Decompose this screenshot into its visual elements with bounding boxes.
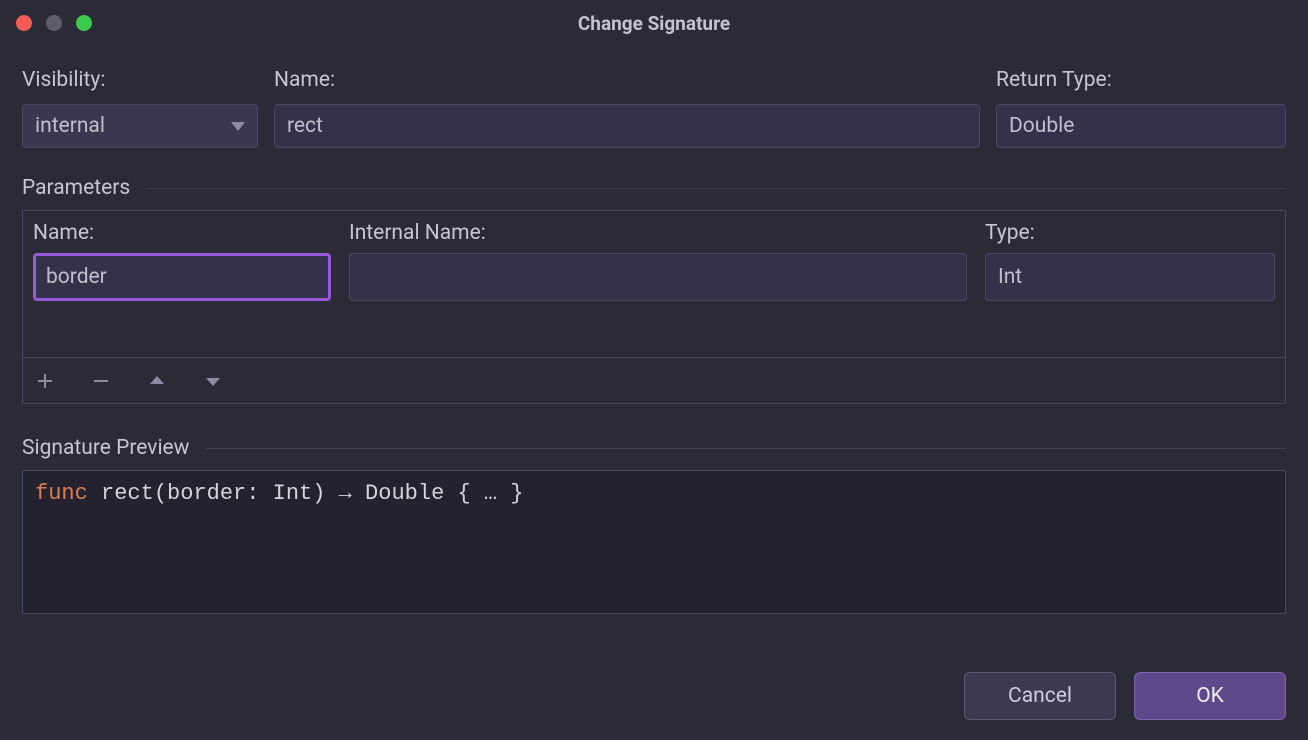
move-parameter-up-button[interactable] <box>143 367 171 395</box>
parameter-row: Name: Internal Name: Type: <box>33 221 1275 301</box>
return-type-input[interactable] <box>1009 105 1273 147</box>
ok-button[interactable]: OK <box>1134 672 1286 720</box>
visibility-field-group: Visibility: internal <box>22 68 258 148</box>
section-rule <box>146 188 1286 189</box>
visibility-select[interactable]: internal <box>22 104 258 148</box>
parameters-heading: Parameters <box>22 176 130 200</box>
param-internal-input[interactable] <box>362 254 954 300</box>
preview-keyword: func <box>35 481 88 506</box>
return-type-input-wrapper <box>996 104 1286 148</box>
visibility-value: internal <box>35 114 105 138</box>
parameters-spacer <box>33 301 1275 357</box>
param-type-label: Type: <box>985 221 1275 245</box>
visibility-label: Visibility: <box>22 68 258 92</box>
name-label: Name: <box>274 68 980 92</box>
add-icon <box>36 372 54 390</box>
chevron-down-icon <box>231 122 245 131</box>
dialog-content: Visibility: internal Name: Return Type: <box>0 46 1308 740</box>
parameters-panel: Name: Internal Name: Type: <box>22 210 1286 404</box>
signature-fields-row: Visibility: internal Name: Return Type: <box>22 68 1286 148</box>
move-parameter-down-button[interactable] <box>199 367 227 395</box>
close-window-icon[interactable] <box>16 15 32 31</box>
param-type-col: Type: <box>985 221 1275 301</box>
param-type-input-wrapper <box>985 253 1275 301</box>
remove-parameter-button[interactable] <box>87 367 115 395</box>
name-input-wrapper <box>274 104 980 148</box>
name-field-group: Name: <box>274 68 980 148</box>
param-internal-col: Internal Name: <box>349 221 967 301</box>
param-name-input-wrapper <box>33 253 331 301</box>
return-type-label: Return Type: <box>996 68 1286 92</box>
cancel-button[interactable]: Cancel <box>964 672 1116 720</box>
preview-rest: rect(border: Int) → Double { … } <box>88 481 524 506</box>
preview-section-head: Signature Preview <box>22 436 1286 460</box>
preview-heading: Signature Preview <box>22 436 189 460</box>
param-type-input[interactable] <box>998 254 1262 300</box>
section-rule <box>205 448 1286 449</box>
down-icon <box>204 372 222 390</box>
dialog-title: Change Signature <box>0 12 1308 35</box>
return-type-field-group: Return Type: <box>996 68 1286 148</box>
add-parameter-button[interactable] <box>31 367 59 395</box>
remove-icon <box>92 372 110 390</box>
window-controls <box>16 15 92 31</box>
up-icon <box>148 372 166 390</box>
change-signature-dialog: Change Signature Visibility: internal Na… <box>0 0 1308 740</box>
name-input[interactable] <box>287 105 967 147</box>
param-name-label: Name: <box>33 221 331 245</box>
parameters-toolbar <box>23 357 1285 403</box>
dialog-buttons: Cancel OK <box>22 652 1286 720</box>
minimize-window-icon[interactable] <box>46 15 62 31</box>
signature-preview: func rect(border: Int) → Double { … } <box>22 470 1286 614</box>
param-name-input[interactable] <box>46 256 318 298</box>
titlebar: Change Signature <box>0 0 1308 46</box>
param-internal-label: Internal Name: <box>349 221 967 245</box>
param-name-col: Name: <box>33 221 331 301</box>
param-internal-input-wrapper <box>349 253 967 301</box>
maximize-window-icon[interactable] <box>76 15 92 31</box>
parameters-section-head: Parameters <box>22 176 1286 200</box>
